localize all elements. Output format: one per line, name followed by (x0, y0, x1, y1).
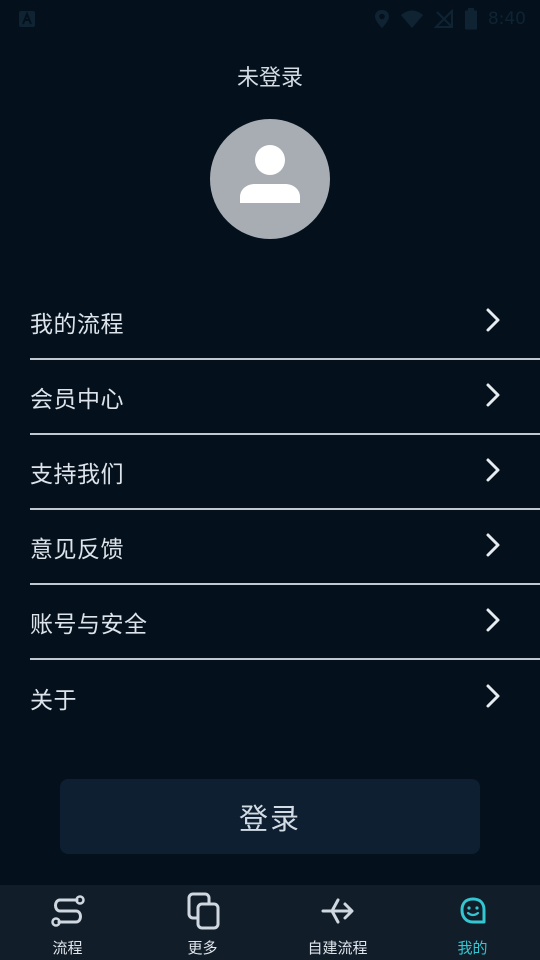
copy-icon (183, 891, 223, 935)
bottom-tab-bar: 流程 更多 自建流程 我的 (0, 885, 540, 960)
smile-face-icon (453, 891, 493, 935)
tab-flows[interactable]: 流程 (0, 885, 135, 960)
status-time: 8:40 (487, 9, 526, 29)
menu-item-label: 关于 (30, 687, 77, 714)
tab-mine[interactable]: 我的 (405, 885, 540, 960)
menu-list: 我的流程 会员中心 支持我们 意见反馈 账号与安全 关于 (30, 285, 540, 735)
tab-label: 流程 (52, 939, 83, 957)
wifi-icon (400, 9, 424, 29)
page-title: 未登录 (236, 66, 303, 91)
flow-icon (48, 891, 88, 935)
menu-item-account-security[interactable]: 账号与安全 (30, 585, 540, 660)
no-signal-icon (433, 9, 454, 29)
user-icon (240, 145, 300, 203)
chevron-right-icon (484, 532, 502, 562)
menu-item-feedback[interactable]: 意见反馈 (30, 510, 540, 585)
menu-item-support-us[interactable]: 支持我们 (30, 435, 540, 510)
chevron-right-icon (484, 457, 502, 487)
menu-item-label: 意见反馈 (30, 536, 124, 563)
avatar[interactable] (210, 119, 330, 239)
chevron-right-icon (484, 683, 502, 713)
menu-item-about[interactable]: 关于 (30, 660, 540, 735)
tab-more[interactable]: 更多 (135, 885, 270, 960)
menu-item-label: 我的流程 (30, 311, 124, 338)
share-arrows-icon (318, 891, 358, 935)
menu-item-my-flows[interactable]: 我的流程 (30, 285, 540, 360)
menu-item-label: 账号与安全 (30, 611, 148, 638)
tab-label: 更多 (187, 939, 218, 957)
location-icon (374, 9, 390, 29)
tab-label: 我的 (457, 939, 488, 957)
status-bar: 8:40 (0, 0, 540, 38)
battery-icon (464, 8, 478, 30)
menu-item-label: 支持我们 (30, 461, 124, 488)
menu-item-membership[interactable]: 会员中心 (30, 360, 540, 435)
chevron-right-icon (484, 307, 502, 337)
chevron-right-icon (484, 607, 502, 637)
tab-label: 自建流程 (307, 939, 368, 957)
login-button[interactable]: 登录 (60, 779, 480, 854)
menu-item-label: 会员中心 (30, 386, 124, 413)
app-notification-icon (18, 10, 36, 28)
tab-custom-flows[interactable]: 自建流程 (270, 885, 405, 960)
chevron-right-icon (484, 382, 502, 412)
